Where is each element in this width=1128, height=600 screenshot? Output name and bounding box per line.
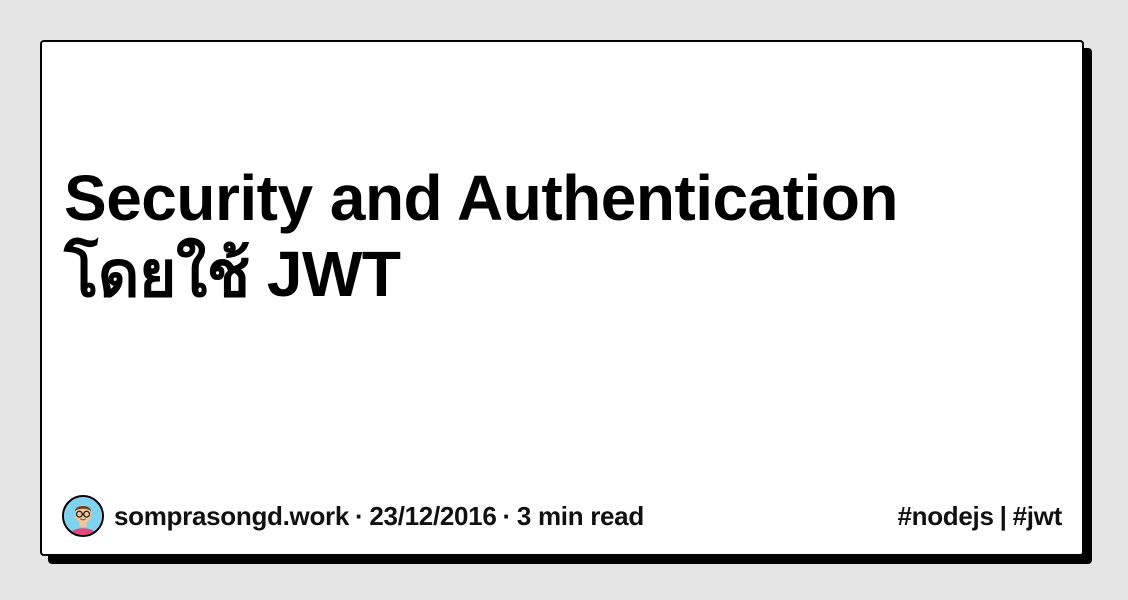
post-card[interactable]: Security and Authentication โดยใช้ JWT s…: [40, 40, 1084, 556]
post-meta: somprasongd.work · 23/12/2016 · 3 min read: [62, 494, 644, 538]
post-title-line-2: โดยใช้ JWT: [64, 238, 401, 310]
meta-separator: ·: [502, 500, 512, 531]
read-time: 3 min read: [516, 500, 644, 531]
post-title-line-1: Security and Authentication: [64, 162, 899, 234]
post-date: 23/12/2016: [369, 500, 497, 531]
meta-separator: ·: [355, 500, 364, 531]
tag-divider: |: [999, 500, 1007, 531]
post-meta-text: somprasongd.work · 23/12/2016 · 3 min read: [114, 501, 644, 532]
author-name[interactable]: somprasongd.work: [114, 501, 349, 531]
post-title: Security and Authentication โดยใช้ JWT: [64, 160, 1024, 312]
tag-list: #nodejs | #jwt: [897, 494, 1062, 538]
author-avatar-icon[interactable]: [62, 495, 104, 537]
tag-nodejs[interactable]: #nodejs: [897, 501, 993, 532]
tag-jwt[interactable]: #jwt: [1013, 501, 1063, 532]
